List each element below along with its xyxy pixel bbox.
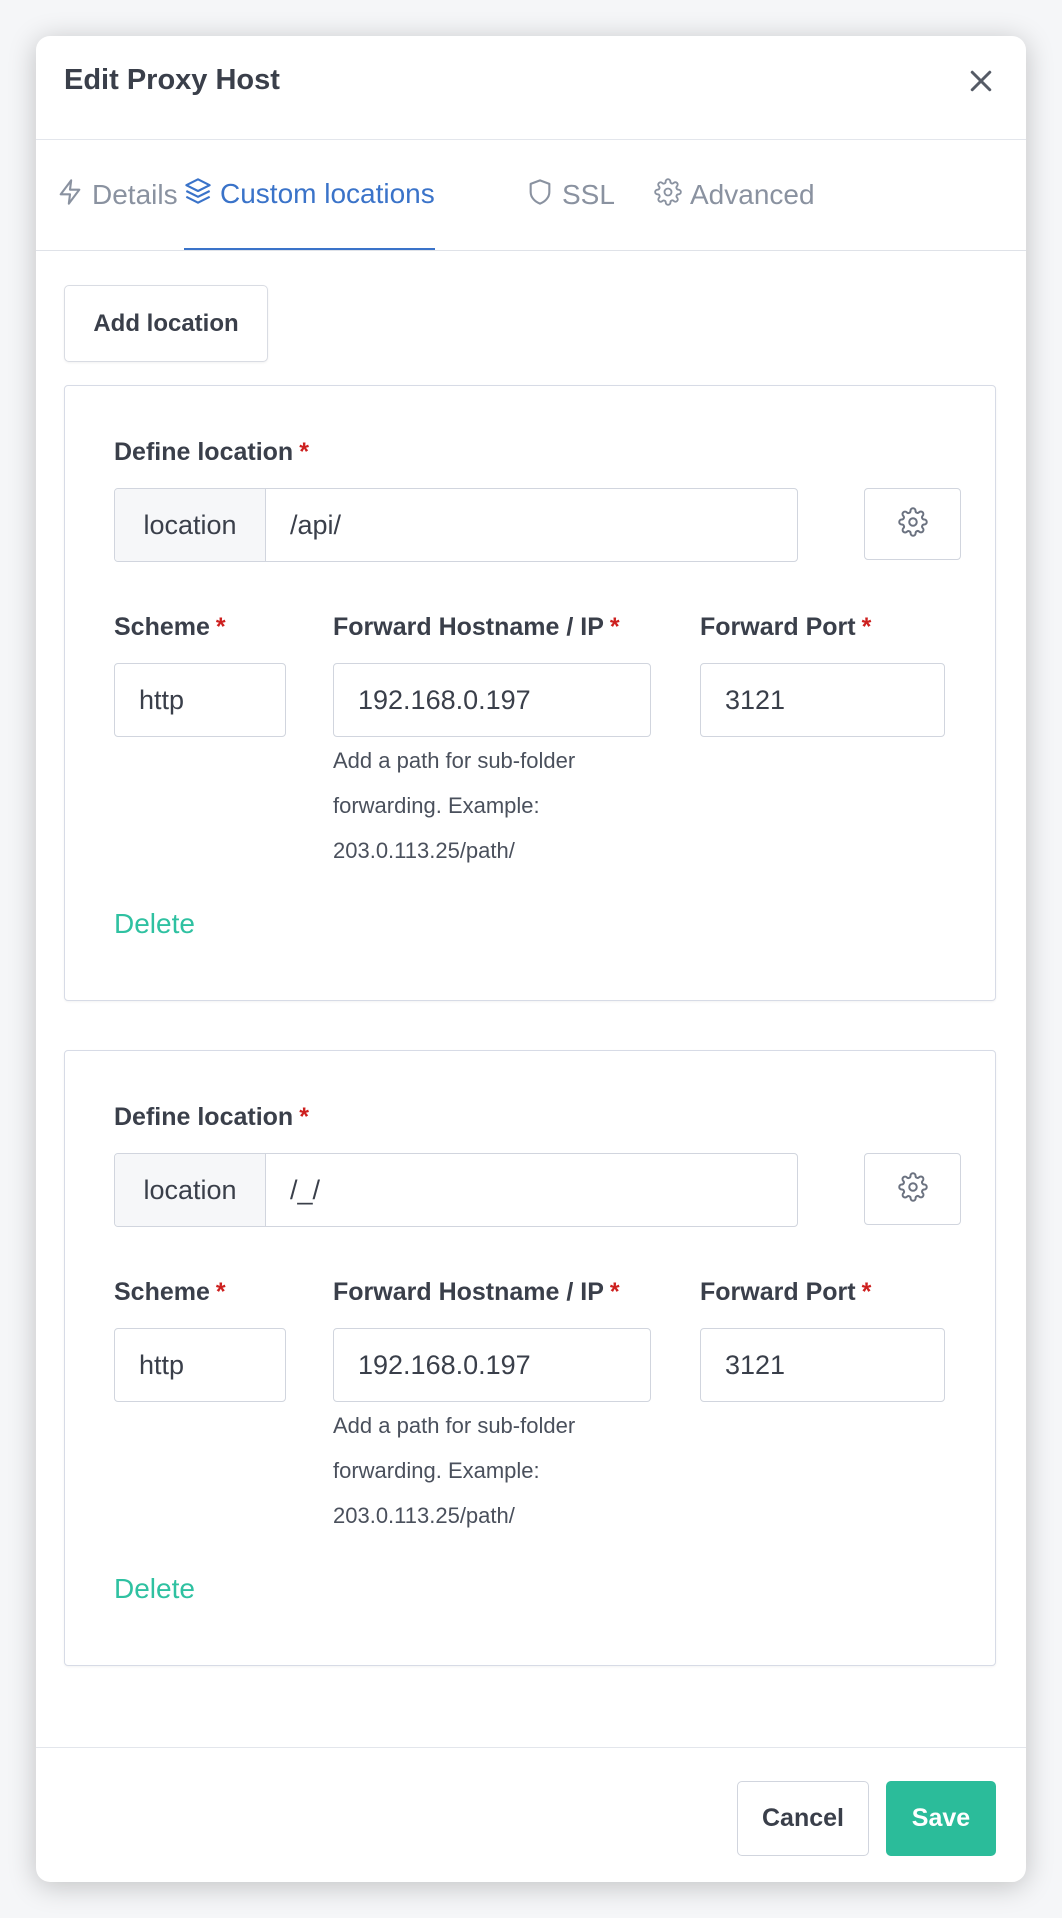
layers-icon (184, 177, 212, 212)
tab-label: Details (92, 179, 178, 210)
required-mark: * (215, 613, 226, 641)
location-path-input[interactable]: /api/ (266, 489, 797, 561)
forward-host-help: Add a path for sub-folder forwarding. Ex… (333, 1413, 576, 1528)
save-button[interactable]: Save (886, 1781, 996, 1856)
gear-icon (897, 506, 928, 542)
close-icon[interactable] (966, 66, 996, 96)
required-mark: * (609, 1278, 620, 1306)
delete-location-link[interactable]: Delete (114, 908, 195, 940)
gear-icon (897, 1171, 928, 1207)
location-card: Define location * location /_/ Scheme * Fo… (64, 1050, 996, 1666)
required-mark: * (861, 613, 872, 641)
scheme-label: Scheme * (114, 1278, 226, 1306)
forward-host-label: Forward Hostname / IP * (333, 613, 620, 641)
tab-bar: Details Custom locations SSL Advanced (36, 140, 1026, 251)
location-addon: location (115, 489, 266, 561)
location-addon: location (115, 1154, 266, 1226)
bolt-icon (56, 178, 84, 213)
location-input-group: location /api/ (114, 488, 798, 562)
forward-port-label: Forward Port * (700, 1278, 872, 1306)
location-card: Define location * location /api/ Scheme * … (64, 385, 996, 1001)
tab-advanced[interactable]: Advanced (654, 140, 815, 250)
tab-custom-locations[interactable]: Custom locations (184, 140, 435, 250)
shield-icon (526, 178, 554, 213)
location-settings-button[interactable] (864, 488, 961, 560)
gear-icon (654, 177, 682, 213)
tab-label: SSL (562, 179, 615, 210)
define-location-label: Define location * (114, 1103, 309, 1131)
required-mark: * (299, 1103, 309, 1131)
forward-host-help: Add a path for sub-folder forwarding. Ex… (333, 748, 576, 863)
location-path-input[interactable]: /_/ (266, 1154, 797, 1226)
delete-location-link[interactable]: Delete (114, 1573, 195, 1605)
required-mark: * (861, 1278, 872, 1306)
edit-proxy-host-modal: Edit Proxy Host Details Custom locations… (36, 36, 1026, 1882)
cancel-button[interactable]: Cancel (737, 1781, 869, 1856)
required-mark: * (299, 438, 309, 466)
required-mark: * (215, 1278, 226, 1306)
define-location-label: Define location * (114, 438, 309, 466)
modal-header: Edit Proxy Host (36, 36, 1026, 140)
forward-host-label: Forward Hostname / IP * (333, 1278, 620, 1306)
required-mark: * (609, 613, 620, 641)
forward-host-input[interactable]: 192.168.0.197 (333, 663, 651, 737)
tab-ssl[interactable]: SSL (526, 140, 615, 250)
forward-port-input[interactable]: 3121 (700, 1328, 945, 1402)
tab-label: Advanced (690, 179, 815, 210)
add-location-button[interactable]: Add location (64, 285, 268, 362)
tab-label: Custom locations (220, 178, 435, 209)
forward-port-input[interactable]: 3121 (700, 663, 945, 737)
scheme-input[interactable]: http (114, 663, 286, 737)
modal-footer (36, 1747, 1026, 1883)
location-settings-button[interactable] (864, 1153, 961, 1225)
scheme-input[interactable]: http (114, 1328, 286, 1402)
modal-title: Edit Proxy Host (64, 64, 280, 96)
location-input-group: location /_/ (114, 1153, 798, 1227)
scheme-label: Scheme * (114, 613, 226, 641)
forward-host-input[interactable]: 192.168.0.197 (333, 1328, 651, 1402)
forward-port-label: Forward Port * (700, 613, 872, 641)
tab-details[interactable]: Details (56, 140, 178, 250)
